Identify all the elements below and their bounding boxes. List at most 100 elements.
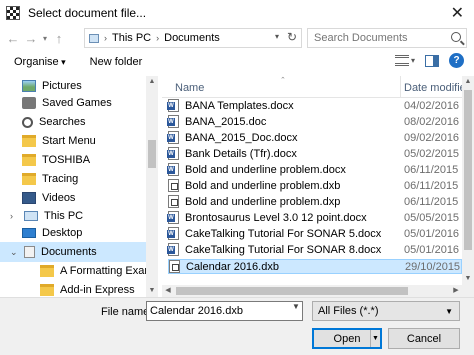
nav-item-label: Searches (39, 116, 86, 128)
file-row[interactable]: CakeTalking Tutorial For SONAR 5.docx 05… (167, 226, 462, 241)
change-view-icon[interactable] (394, 55, 409, 66)
recent-locations-chevron-icon[interactable]: ▾ (40, 29, 50, 47)
file-list-scrollbar-thumb[interactable] (464, 90, 472, 250)
nav-item-label: Start Menu (42, 135, 96, 147)
file-name-label: File name: (101, 306, 153, 318)
close-icon[interactable]: ✕ (451, 3, 464, 23)
scroll-up-arrow-icon[interactable]: ▲ (146, 76, 158, 88)
nav-pane-scrollbar[interactable]: ▲ ▼ (146, 76, 158, 297)
folder-icon (40, 265, 54, 277)
breadcrumb-separator-icon[interactable]: › (156, 33, 159, 43)
open-options-chevron-icon[interactable]: ▼ (370, 330, 380, 347)
scroll-down-arrow-icon[interactable]: ▼ (146, 285, 158, 297)
nav-item-label: A Formatting Example (60, 265, 158, 277)
file-date: 05/01/2016 (404, 243, 460, 256)
view-options-chevron-icon[interactable]: ▾ (411, 56, 415, 65)
file-row[interactable]: Bank Details (Tfr).docx 05/02/2015 (167, 146, 462, 161)
file-row[interactable]: CakeTalking Tutorial For SONAR 8.docx 05… (167, 242, 462, 257)
nav-item-label: Pictures (42, 80, 82, 92)
up-arrow-icon[interactable]: ↑ (50, 29, 68, 47)
back-arrow-icon[interactable]: ← (4, 29, 22, 47)
file-name: Bold and underline problem.dxb (185, 179, 341, 192)
file-row-selected[interactable]: Calendar 2016.dxb 29/10/2015 (168, 259, 462, 274)
word-doc-icon (167, 115, 179, 128)
nav-item-start-menu[interactable]: Start Menu (22, 131, 96, 151)
file-name-history-chevron-icon[interactable]: ▼ (292, 302, 300, 311)
search-input[interactable] (308, 29, 446, 47)
nav-item-videos[interactable]: Videos (22, 188, 75, 208)
file-row[interactable]: BANA Templates.docx 04/02/2016 (167, 98, 462, 113)
word-doc-icon (167, 163, 179, 176)
file-row[interactable]: Bold and underline problem.dxb 06/11/201… (168, 178, 462, 193)
scroll-right-arrow-icon[interactable]: ▶ (450, 285, 462, 297)
file-name: Bold and underline problem.docx (185, 163, 346, 176)
file-list-horizontal-thumb[interactable] (176, 287, 408, 295)
nav-item-label: Desktop (42, 227, 83, 239)
column-divider[interactable] (400, 76, 401, 98)
file-name: Calendar 2016.dxb (186, 260, 279, 273)
file-name: Bank Details (Tfr).docx (185, 147, 297, 160)
nav-item-desktop[interactable]: Desktop (22, 223, 82, 243)
file-name: Brontosaurus Level 3.0 12 point.docx (185, 211, 367, 224)
nav-item-tracing[interactable]: Tracing (22, 169, 78, 189)
nav-item-toshiba[interactable]: TOSHIBA (22, 150, 90, 170)
file-date: 08/02/2016 (404, 115, 460, 128)
preview-pane-icon[interactable] (425, 54, 439, 67)
word-doc-icon (167, 243, 179, 256)
open-button[interactable]: Open ▼ (312, 328, 382, 349)
file-list-vertical-scrollbar[interactable]: ▲ ▼ (462, 76, 474, 297)
file-row[interactable]: Brontosaurus Level 3.0 12 point.docx 05/… (167, 210, 462, 225)
organise-button[interactable]: Organise (14, 56, 66, 68)
search-icon[interactable] (451, 32, 461, 42)
file-row[interactable]: Bold and underline problem.docx 06/11/20… (167, 162, 462, 177)
nav-item-label: Saved Games (42, 97, 112, 109)
file-date: 05/02/2015 (404, 147, 460, 160)
scroll-left-arrow-icon[interactable]: ◀ (162, 285, 174, 297)
nav-item-saved-games[interactable]: Saved Games (22, 93, 112, 113)
search-box[interactable] (307, 28, 467, 48)
file-name: BANA_2015.doc (185, 115, 267, 128)
address-bar[interactable]: › This PC › Documents ▾ ↻ (84, 28, 302, 48)
file-row[interactable]: BANA_2015.doc 08/02/2016 (167, 114, 462, 129)
cancel-button[interactable]: Cancel (388, 328, 460, 349)
cancel-button-label: Cancel (406, 332, 442, 345)
nav-pane-scrollbar-thumb[interactable] (148, 140, 156, 168)
file-type-chevron-icon: ▼ (445, 307, 453, 316)
content-area: Pictures Saved Games Searches Start Menu… (0, 76, 474, 297)
nav-item-searches[interactable]: Searches (22, 112, 85, 132)
file-date: 29/10/2015 (405, 260, 461, 273)
refresh-icon[interactable]: ↻ (287, 30, 297, 44)
word-doc-icon (167, 131, 179, 144)
file-name-input[interactable] (146, 301, 303, 321)
forward-arrow-icon[interactable]: → (22, 29, 40, 47)
collapse-chevron-icon[interactable]: ⌄ (10, 247, 20, 258)
pictures-icon (22, 80, 36, 92)
saved-games-icon (22, 97, 36, 109)
help-icon[interactable]: ? (449, 53, 464, 68)
file-name: CakeTalking Tutorial For SONAR 5.docx (185, 227, 382, 240)
nav-item-add-in-express[interactable]: Add-in Express (40, 280, 135, 297)
navigation-pane: Pictures Saved Games Searches Start Menu… (0, 76, 158, 297)
word-doc-icon (167, 211, 179, 224)
file-row[interactable]: BANA_2015_Doc.docx 09/02/2016 (167, 130, 462, 145)
breadcrumb-this-pc[interactable]: This PC (112, 32, 151, 44)
file-date: 06/11/2015 (404, 195, 459, 208)
breadcrumb-separator-icon[interactable]: › (104, 33, 107, 43)
toolbar-icons: ▾ ? (394, 53, 464, 68)
folder-icon (40, 284, 54, 296)
scroll-up-arrow-icon[interactable]: ▲ (462, 76, 474, 88)
breadcrumb-documents[interactable]: Documents (164, 32, 220, 44)
address-history-chevron-icon[interactable]: ▾ (275, 32, 279, 41)
scroll-down-arrow-icon[interactable]: ▼ (462, 273, 474, 285)
file-row[interactable]: Bold and underline problem.dxp 06/11/201… (168, 194, 462, 209)
new-folder-button[interactable]: New folder (90, 56, 143, 68)
nav-item-label: Videos (42, 192, 76, 204)
file-list-horizontal-scrollbar[interactable]: ◀ ▶ (162, 285, 462, 297)
nav-item-documents[interactable]: ⌄ Documents (0, 242, 146, 262)
videos-icon (22, 192, 36, 204)
column-header-name[interactable]: Name (175, 82, 204, 94)
file-type-select[interactable]: All Files (*.*) ▼ (312, 301, 460, 321)
nav-item-label: Tracing (42, 173, 79, 185)
nav-item-a-formatting-example[interactable]: A Formatting Example (40, 261, 158, 281)
expand-chevron-icon[interactable]: › (10, 211, 20, 221)
